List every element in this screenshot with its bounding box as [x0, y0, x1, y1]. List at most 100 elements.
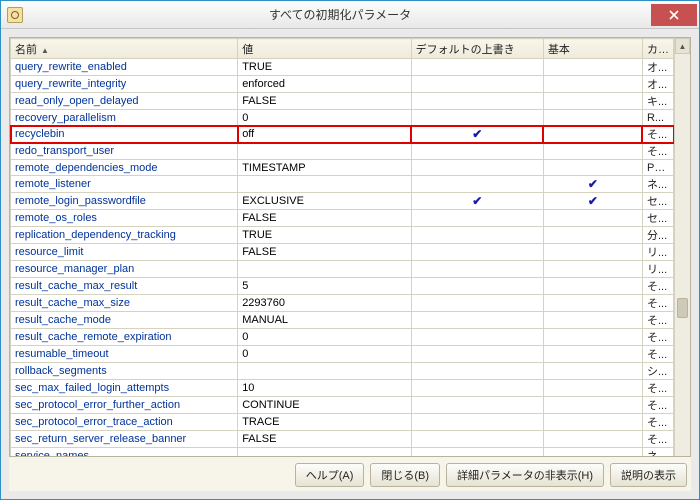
param-name-cell[interactable]: sec_protocol_error_trace_action	[11, 414, 238, 431]
param-value-cell[interactable]: 0	[238, 346, 411, 363]
param-value-cell[interactable]: FALSE	[238, 244, 411, 261]
param-link[interactable]: sec_return_server_release_banner	[15, 433, 186, 445]
param-link[interactable]: result_cache_max_result	[15, 280, 137, 292]
param-link[interactable]: remote_dependencies_mode	[15, 162, 158, 174]
table-row[interactable]: redo_transport_userそ...	[11, 143, 674, 160]
param-value-cell[interactable]: 2293760	[238, 295, 411, 312]
table-row[interactable]: sec_return_server_release_bannerFALSEそ..…	[11, 431, 674, 448]
param-value-cell[interactable]: 0	[238, 110, 411, 126]
table-row[interactable]: query_rewrite_enabledTRUEオ...	[11, 59, 674, 76]
param-value-cell[interactable]: TRACE	[238, 414, 411, 431]
param-link[interactable]: recyclebin	[15, 128, 65, 140]
table-row[interactable]: resource_manager_planリ...	[11, 261, 674, 278]
param-name-cell[interactable]: result_cache_mode	[11, 312, 238, 329]
param-name-cell[interactable]: result_cache_remote_expiration	[11, 329, 238, 346]
table-row[interactable]: remote_login_passwordfileEXCLUSIVE✔✔セ...	[11, 193, 674, 210]
param-link[interactable]: result_cache_max_size	[15, 297, 130, 309]
param-link[interactable]: redo_transport_user	[15, 145, 114, 157]
param-value-cell[interactable]: FALSE	[238, 431, 411, 448]
table-row[interactable]: result_cache_max_size2293760そ...	[11, 295, 674, 312]
param-name-cell[interactable]: service_names	[11, 448, 238, 457]
table-row[interactable]: recovery_parallelism0R...	[11, 110, 674, 126]
param-name-cell[interactable]: remote_os_roles	[11, 210, 238, 227]
param-link[interactable]: recovery_parallelism	[15, 112, 116, 124]
param-name-cell[interactable]: replication_dependency_tracking	[11, 227, 238, 244]
param-value-cell[interactable]: TRUE	[238, 59, 411, 76]
param-value-cell[interactable]	[238, 363, 411, 380]
param-value-cell[interactable]: FALSE	[238, 93, 411, 110]
param-value-cell[interactable]: 0	[238, 329, 411, 346]
param-value-cell[interactable]	[238, 261, 411, 278]
table-row[interactable]: result_cache_remote_expiration0そ...	[11, 329, 674, 346]
param-name-cell[interactable]: resource_manager_plan	[11, 261, 238, 278]
param-name-cell[interactable]: sec_protocol_error_further_action	[11, 397, 238, 414]
param-name-cell[interactable]: redo_transport_user	[11, 143, 238, 160]
param-value-cell[interactable]: FALSE	[238, 210, 411, 227]
param-value-cell[interactable]: 10	[238, 380, 411, 397]
vertical-scrollbar[interactable]: ▲	[674, 38, 690, 456]
param-value-cell[interactable]: CONTINUE	[238, 397, 411, 414]
param-link[interactable]: query_rewrite_enabled	[15, 61, 127, 73]
col-header-category[interactable]: カテ...	[642, 39, 673, 59]
help-button[interactable]: ヘルプ(A)	[295, 463, 365, 487]
param-link[interactable]: resumable_timeout	[15, 348, 109, 360]
param-value-cell[interactable]: enforced	[238, 76, 411, 93]
table-row[interactable]: recyclebinoff✔そ...	[11, 126, 674, 143]
param-value-cell[interactable]: TRUE	[238, 227, 411, 244]
col-header-basic[interactable]: 基本	[543, 39, 642, 59]
table-row[interactable]: resource_limitFALSEリ...	[11, 244, 674, 261]
table-row[interactable]: result_cache_modeMANUALそ...	[11, 312, 674, 329]
param-name-cell[interactable]: sec_return_server_release_banner	[11, 431, 238, 448]
param-value-cell[interactable]	[238, 176, 411, 193]
param-link[interactable]: query_rewrite_integrity	[15, 78, 126, 90]
table-row[interactable]: result_cache_max_result5そ...	[11, 278, 674, 295]
table-row[interactable]: remote_listener✔ネ...	[11, 176, 674, 193]
param-name-cell[interactable]: read_only_open_delayed	[11, 93, 238, 110]
param-link[interactable]: replication_dependency_tracking	[15, 229, 176, 241]
table-row[interactable]: sec_protocol_error_trace_actionTRACEそ...	[11, 414, 674, 431]
param-link[interactable]: result_cache_mode	[15, 314, 111, 326]
param-value-cell[interactable]: TIMESTAMP	[238, 160, 411, 176]
table-row[interactable]: sec_protocol_error_further_action CONTINU…	[11, 397, 674, 414]
param-name-cell[interactable]: remote_dependencies_mode	[11, 160, 238, 176]
table-row[interactable]: replication_dependency_trackingTRUE分...	[11, 227, 674, 244]
param-name-cell[interactable]: remote_login_passwordfile	[11, 193, 238, 210]
hide-detail-params-button[interactable]: 詳細パラメータの非表示(H)	[446, 463, 604, 487]
param-value-cell[interactable]: 5	[238, 278, 411, 295]
col-header-value[interactable]: 値	[238, 39, 411, 59]
param-value-cell[interactable]: EXCLUSIVE	[238, 193, 411, 210]
table-row[interactable]: remote_os_rolesFALSEセ...	[11, 210, 674, 227]
param-name-cell[interactable]: query_rewrite_enabled	[11, 59, 238, 76]
close-button[interactable]	[651, 4, 697, 26]
param-link[interactable]: service_names	[15, 450, 89, 456]
param-link[interactable]: result_cache_remote_expiration	[15, 331, 172, 343]
table-row[interactable]: rollback_segmentsシ...	[11, 363, 674, 380]
param-link[interactable]: remote_login_passwordfile	[15, 195, 146, 207]
param-name-cell[interactable]: remote_listener	[11, 176, 238, 193]
table-row[interactable]: read_only_open_delayedFALSEキ...	[11, 93, 674, 110]
show-description-button[interactable]: 説明の表示	[610, 463, 687, 487]
param-link[interactable]: remote_listener	[15, 178, 91, 190]
param-link[interactable]: resource_manager_plan	[15, 263, 134, 275]
param-link[interactable]: remote_os_roles	[15, 212, 97, 224]
param-name-cell[interactable]: recovery_parallelism	[11, 110, 238, 126]
param-name-cell[interactable]: result_cache_max_result	[11, 278, 238, 295]
param-link[interactable]: sec_protocol_error_trace_action	[15, 416, 173, 428]
param-name-cell[interactable]: sec_max_failed_login_attempts	[11, 380, 238, 397]
param-name-cell[interactable]: rollback_segments	[11, 363, 238, 380]
table-row[interactable]: service_namesネ...	[11, 448, 674, 457]
param-name-cell[interactable]: result_cache_max_size	[11, 295, 238, 312]
param-link[interactable]: sec_protocol_error_further_action	[15, 399, 180, 411]
param-name-cell[interactable]: resumable_timeout	[11, 346, 238, 363]
param-link[interactable]: sec_max_failed_login_attempts	[15, 382, 169, 394]
param-value-cell[interactable]: off	[238, 126, 411, 143]
param-name-cell[interactable]: query_rewrite_integrity	[11, 76, 238, 93]
scroll-thumb[interactable]	[677, 298, 688, 318]
param-link[interactable]: read_only_open_delayed	[15, 95, 139, 107]
param-name-cell[interactable]: resource_limit	[11, 244, 238, 261]
table-row[interactable]: sec_max_failed_login_attempts10そ...	[11, 380, 674, 397]
param-name-cell[interactable]: recyclebin	[11, 126, 238, 143]
param-value-cell[interactable]	[238, 143, 411, 160]
param-value-cell[interactable]	[238, 448, 411, 457]
param-value-cell[interactable]: MANUAL	[238, 312, 411, 329]
